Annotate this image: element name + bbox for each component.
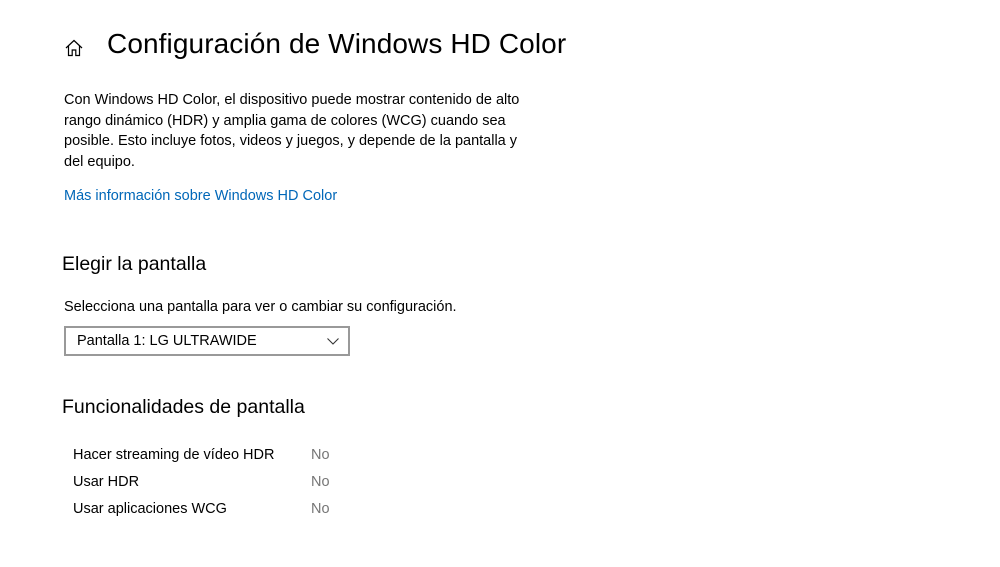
capability-label: Usar aplicaciones WCG (73, 500, 227, 517)
capabilities-list: Hacer streaming de vídeo HDR No Usar HDR… (73, 441, 330, 522)
display-capabilities-heading: Funcionalidades de pantalla (62, 396, 305, 418)
home-icon (65, 39, 83, 57)
capability-row: Usar HDR No (73, 468, 330, 495)
description-text: Con Windows HD Color, el dispositivo pue… (64, 92, 520, 170)
capability-row: Usar aplicaciones WCG No (73, 495, 330, 522)
more-info-link[interactable]: Más información sobre Windows HD Color (64, 188, 337, 204)
display-select-label: Selecciona una pantalla para ver o cambi… (64, 299, 457, 315)
capability-row: Hacer streaming de vídeo HDR No (73, 441, 330, 468)
chevron-down-icon (326, 334, 340, 348)
capability-label: Hacer streaming de vídeo HDR (73, 446, 275, 463)
capability-value: No (311, 473, 330, 490)
page-title: Configuración de Windows HD Color (107, 28, 567, 59)
home-button[interactable] (62, 36, 86, 60)
capability-value: No (311, 500, 330, 517)
display-select[interactable]: Pantalla 1: LG ULTRAWIDE (64, 326, 350, 356)
display-select-value: Pantalla 1: LG ULTRAWIDE (77, 333, 257, 349)
capability-value: No (311, 446, 330, 463)
capability-label: Usar HDR (73, 473, 140, 490)
choose-display-heading: Elegir la pantalla (62, 253, 207, 275)
settings-page: Configuración de Windows HD Color Con Wi… (0, 0, 1000, 567)
